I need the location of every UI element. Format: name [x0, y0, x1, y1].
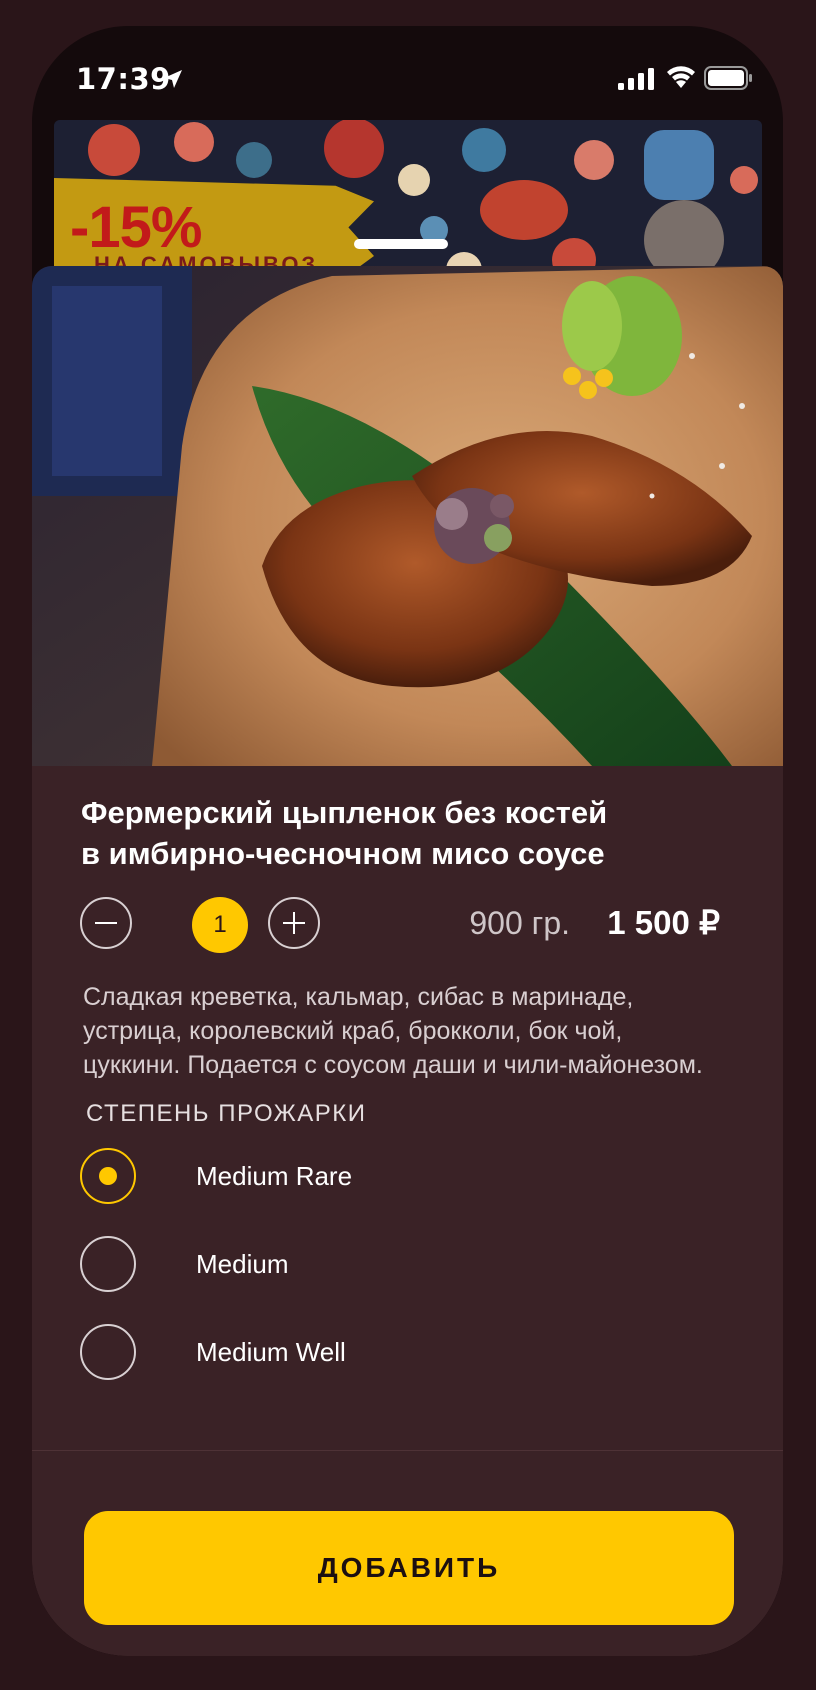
dish-weight: 900 гр. [469, 905, 570, 941]
doneness-option-medium-rare[interactable]: Medium Rare [80, 1148, 680, 1236]
battery-icon [704, 66, 752, 90]
quantity-value: 1 [192, 897, 248, 953]
dish-photo-image [32, 266, 783, 766]
decrease-quantity-button[interactable] [80, 897, 132, 949]
doneness-section-label: СТЕПЕНЬ ПРОЖАРКИ [86, 1100, 367, 1127]
dish-title-line2: в имбирно-чесночном мисо соусе [81, 836, 605, 871]
signal-icon [618, 68, 654, 90]
dish-sheet: Фермерский цыпленок без костей в имбирно… [32, 266, 783, 1656]
dish-price: 1 500 ₽ [607, 904, 720, 941]
doneness-options: Medium Rare Medium Medium Well [80, 1148, 680, 1412]
promo-discount: -15% [70, 195, 202, 260]
phone-frame: 17:39 -15% НА САМОВЫВОЗ Фермерский цыпле… [32, 26, 783, 1656]
add-to-cart-button[interactable]: ДОБАВИТЬ [84, 1511, 734, 1625]
sheet-grabber[interactable] [354, 239, 448, 249]
doneness-option-label: Medium [196, 1249, 289, 1279]
location-arrow-icon [164, 70, 182, 88]
radio-unselected-icon [80, 1236, 136, 1292]
doneness-option-label: Medium Rare [196, 1161, 353, 1191]
status-time: 17:39 [76, 62, 171, 96]
doneness-option-medium-well[interactable]: Medium Well [80, 1324, 680, 1412]
dish-description: Сладкая креветка, кальмар, сибас в марин… [83, 983, 703, 1079]
dish-title: Фермерский цыпленок без костей в имбирно… [81, 792, 721, 874]
doneness-option-label: Medium Well [196, 1337, 346, 1367]
radio-dot [99, 1167, 117, 1185]
dish-title-line1: Фермерский цыпленок без костей [81, 795, 608, 830]
radio-unselected-icon [80, 1324, 136, 1380]
increase-quantity-button[interactable] [268, 897, 320, 949]
wifi-icon [667, 66, 695, 88]
sheet-footer: ДОБАВИТЬ [32, 1450, 783, 1656]
doneness-option-medium[interactable]: Medium [80, 1236, 680, 1324]
plus-icon [283, 912, 305, 934]
radio-selected-icon [80, 1148, 136, 1204]
quantity-row: 1 900 гр. 1 500 ₽ [80, 897, 740, 953]
minus-icon [95, 922, 117, 924]
dish-photo [32, 266, 783, 766]
